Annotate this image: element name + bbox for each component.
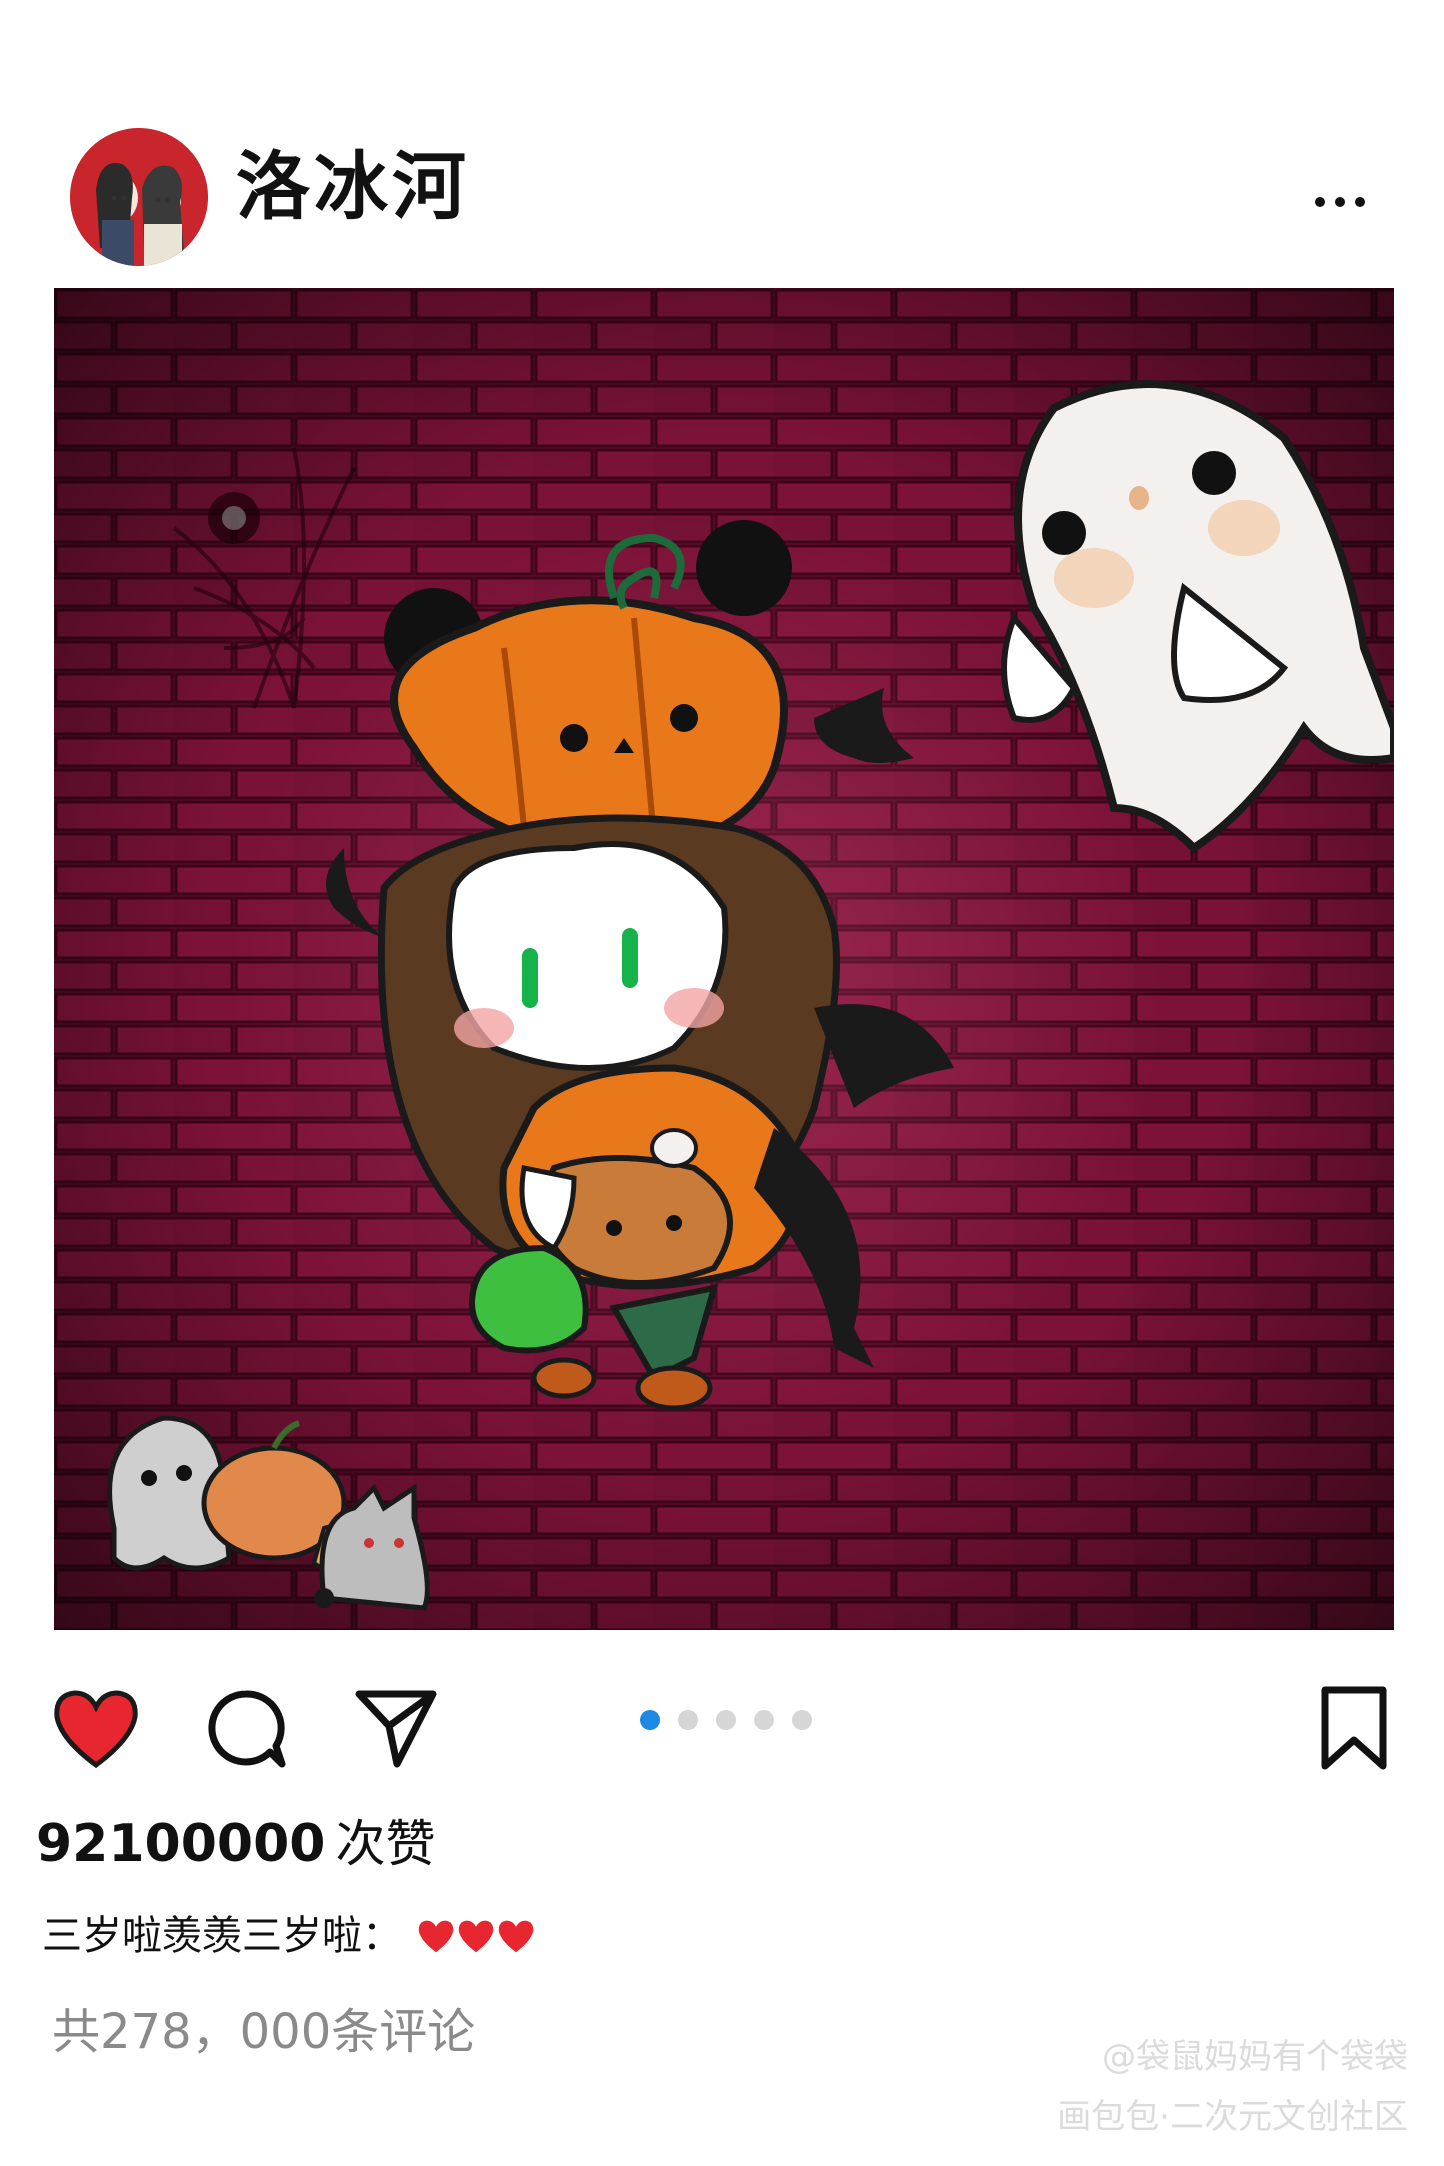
carousel-dot[interactable]	[678, 1710, 698, 1730]
like-button[interactable]	[48, 1680, 144, 1776]
likes-unit: 次赞	[335, 1815, 436, 1873]
bookmark-icon	[1321, 1686, 1387, 1770]
more-horizontal-icon	[1315, 197, 1325, 207]
post-image[interactable]	[54, 288, 1394, 1630]
view-comments-link[interactable]: 共278，000条评论	[52, 1998, 475, 2066]
caption-text: 三岁啦羡羡三岁啦：	[42, 1913, 402, 1959]
comment-button[interactable]	[198, 1680, 294, 1776]
post-header: 洛冰河	[0, 0, 1444, 280]
carousel-dot[interactable]	[792, 1710, 812, 1730]
carousel-dot[interactable]	[640, 1710, 660, 1730]
likes-number: 92100000	[36, 1814, 326, 1874]
post-caption: 三岁啦羡羡三岁啦：	[42, 1908, 536, 1964]
heart-emoji-icon	[458, 1920, 494, 1953]
heart-emoji-icon	[418, 1920, 454, 1953]
share-button[interactable]	[348, 1680, 444, 1776]
likes-count[interactable]: 92100000 次赞	[36, 1810, 435, 1878]
watermark-author: @袋鼠妈妈有个袋袋	[1102, 2037, 1408, 2077]
carousel-dot[interactable]	[716, 1710, 736, 1730]
avatar[interactable]	[70, 128, 208, 266]
carousel-indicator	[640, 1710, 830, 1730]
username[interactable]: 洛冰河	[236, 142, 470, 232]
carousel-dot[interactable]	[754, 1710, 774, 1730]
heart-filled-icon	[54, 1690, 138, 1769]
comment-bubble-icon	[208, 1690, 286, 1768]
save-button[interactable]	[1306, 1680, 1402, 1776]
caption-emoji	[416, 1918, 536, 1954]
watermark-site: 画包包·二次元文创社区	[1057, 2097, 1408, 2137]
heart-emoji-icon	[498, 1920, 534, 1953]
paper-plane-icon	[355, 1690, 437, 1768]
more-options-button[interactable]	[1300, 178, 1380, 226]
